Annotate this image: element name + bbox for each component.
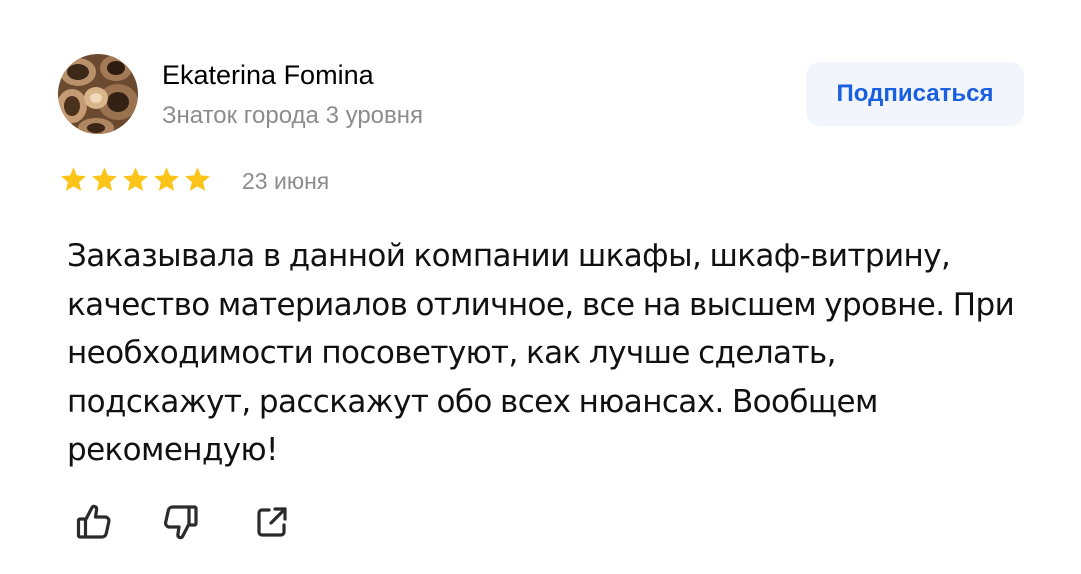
star-icon: [153, 166, 180, 192]
share-button[interactable]: [252, 500, 292, 544]
review-date: 23 июня: [242, 168, 330, 194]
star-icon: [184, 166, 211, 192]
star-rating: [60, 166, 211, 192]
thumbs-up-icon: [76, 503, 112, 541]
star-icon: [91, 166, 118, 192]
thumbs-down-icon: [159, 502, 201, 542]
share-icon: [254, 504, 290, 540]
subscribe-button[interactable]: Подписаться: [806, 62, 1024, 126]
avatar[interactable]: [58, 54, 138, 134]
review-text: Заказывала в данной компании шкафы, шкаф…: [67, 238, 1015, 468]
walnuts-photo: [58, 54, 138, 134]
dislike-button[interactable]: [160, 500, 200, 544]
like-button[interactable]: [74, 500, 114, 544]
star-icon: [122, 166, 149, 192]
author-name[interactable]: Ekaterina Fomina: [162, 60, 374, 91]
star-icon: [60, 166, 87, 192]
author-level: Знаток города 3 уровня: [162, 102, 424, 129]
